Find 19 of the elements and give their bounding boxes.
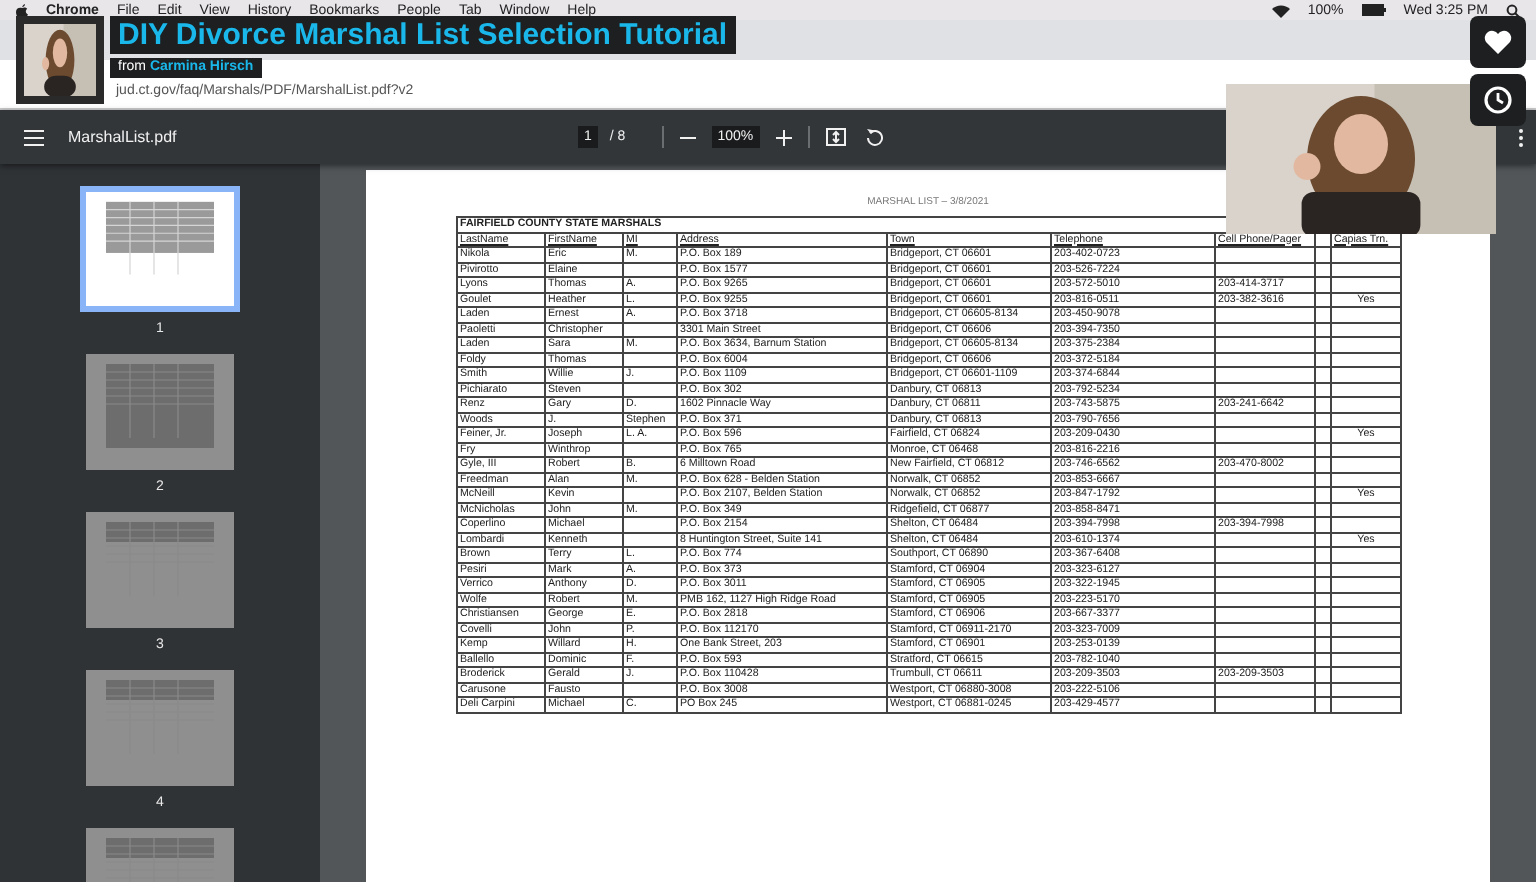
page-thumbnail[interactable]: [80, 186, 240, 312]
wifi-icon[interactable]: [1271, 3, 1290, 17]
watch-later-button[interactable]: [1470, 74, 1526, 126]
search-icon[interactable]: [1506, 3, 1520, 17]
author-avatar[interactable]: [16, 16, 104, 104]
page-thumbnail[interactable]: [86, 354, 234, 470]
zoom-in-icon[interactable]: [775, 129, 792, 145]
more-icon[interactable]: [1518, 127, 1524, 147]
page-thumbnail[interactable]: [86, 670, 234, 786]
clock-icon: [1484, 86, 1512, 114]
video-title[interactable]: DIY Divorce Marshal List Selection Tutorial: [110, 16, 736, 54]
fit-page-icon[interactable]: [825, 128, 846, 146]
like-button[interactable]: [1470, 16, 1526, 68]
menu-icon[interactable]: [24, 129, 44, 145]
file-name: MarshalList.pdf: [68, 128, 179, 146]
heart-icon: [1484, 30, 1512, 54]
rotate-icon[interactable]: [865, 128, 884, 146]
battery-icon[interactable]: [1361, 4, 1386, 16]
page-thumbnail[interactable]: [86, 512, 234, 628]
